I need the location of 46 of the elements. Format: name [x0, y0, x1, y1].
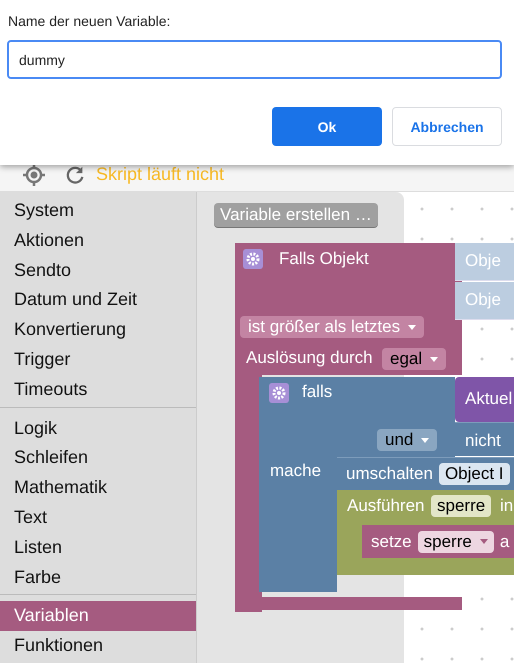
category-item[interactable]: Konvertierung — [0, 315, 196, 345]
caret-icon — [480, 539, 488, 544]
block-label: Ausführen — [347, 496, 424, 516]
category-item[interactable]: Timeouts — [0, 374, 196, 405]
ok-button[interactable]: Ok — [272, 107, 382, 146]
trigger-label: Auslösung durch — [246, 348, 373, 368]
category-item[interactable]: Farbe — [0, 562, 196, 592]
variable-field[interactable]: sperre — [431, 495, 492, 517]
category-item[interactable]: Aktionen — [0, 226, 196, 256]
set-block[interactable]: setze sperre a — [362, 525, 514, 558]
gear-icon[interactable] — [243, 249, 263, 269]
block-label: in — [500, 496, 514, 516]
operator-dropdown[interactable]: und — [377, 429, 438, 451]
category-item[interactable]: System — [0, 196, 196, 226]
block-title: Falls Objekt — [279, 249, 369, 269]
toggle-block[interactable]: umschalten Object I — [337, 457, 514, 490]
prompt-label: Name der neuen Variable: — [7, 13, 172, 29]
gear-icon[interactable] — [269, 383, 289, 403]
refresh-icon[interactable] — [64, 164, 86, 186]
category-item[interactable]: Text — [0, 502, 196, 533]
caret-icon — [430, 356, 438, 362]
variable-dropdown[interactable]: sperre — [418, 530, 494, 552]
crosshair-icon[interactable] — [22, 162, 46, 186]
category-item[interactable]: Datum und Zeit — [0, 285, 196, 316]
category-item[interactable]: Funktionen — [0, 631, 196, 661]
cancel-button[interactable]: Abbrechen — [392, 107, 502, 146]
category-item[interactable]: Variablen — [0, 601, 196, 632]
caret-icon — [421, 438, 430, 442]
block-title: falls — [302, 382, 332, 402]
category-item[interactable]: Trigger — [0, 344, 196, 375]
value-block[interactable]: Aktuel — [455, 377, 514, 422]
category-item[interactable]: Logik — [0, 414, 196, 444]
category-item[interactable]: Mathematik — [0, 473, 196, 503]
variable-name-input[interactable]: dummy — [7, 40, 502, 79]
script-status: Skript läuft nicht — [96, 164, 224, 185]
block-label: umschalten — [346, 464, 433, 484]
category-item[interactable]: Sendto — [0, 256, 196, 286]
trigger-dropdown[interactable]: egal — [382, 348, 446, 370]
do-label: mache — [270, 461, 322, 481]
category-item[interactable]: Schleifen — [0, 443, 196, 474]
category-item[interactable]: Listen — [0, 532, 196, 563]
block-label: a — [500, 532, 510, 552]
caret-icon — [408, 324, 416, 330]
not-block[interactable]: nicht — [455, 422, 514, 456]
block-label: setze — [371, 532, 412, 552]
object-id-field[interactable]: Object I — [438, 463, 510, 485]
